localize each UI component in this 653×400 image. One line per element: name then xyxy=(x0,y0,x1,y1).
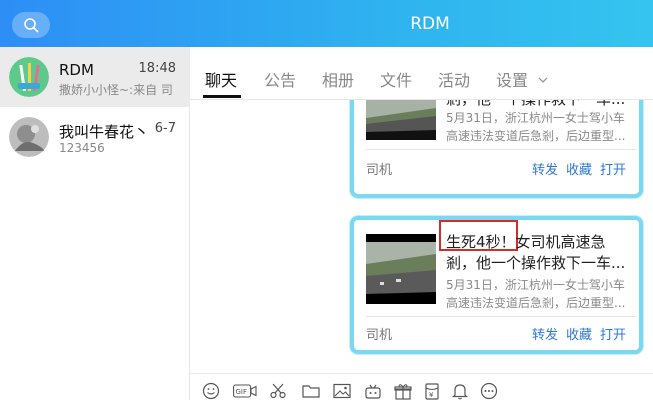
window-title: RDM xyxy=(410,14,450,34)
shared-link-card[interactable]: 生死4秒！女司机高速急 剎，他一个操作救下一车... 5月31日，浙江杭州一女士… xyxy=(350,216,643,354)
card-source: 司机 xyxy=(366,163,393,178)
card-desc-line: 5月31日，浙江杭州一女士驾小车 xyxy=(446,278,625,292)
tab-bar: 聊天 公告 相册 文件 活动 设置 xyxy=(190,47,653,100)
card-source: 司机 xyxy=(366,328,393,343)
tab-album[interactable]: 相册 xyxy=(322,67,354,91)
emoji-button[interactable] xyxy=(201,382,221,400)
message-area[interactable]: 剎，他一个操作救下一车... 5月31日，浙江杭州一女士驾小车 高速违法变道后急… xyxy=(190,100,653,373)
reminder-button[interactable] xyxy=(450,382,470,400)
screenshot-button[interactable] xyxy=(268,382,288,400)
scissors-icon xyxy=(270,383,286,399)
gift-icon xyxy=(394,383,412,400)
card-title-rest: 女司机高速急 xyxy=(515,233,606,251)
shared-link-card[interactable]: 剎，他一个操作救下一车... 5月31日，浙江杭州一女士驾小车 高速违法变道后急… xyxy=(350,100,643,198)
card-desc-line: 5月31日，浙江杭州一女士驾小车 xyxy=(446,111,625,125)
gamepad-icon xyxy=(365,384,381,399)
more-icon xyxy=(480,382,498,400)
card-desc-line: 高速违法变道后急剎，后边重型... xyxy=(446,129,626,143)
favorite-button[interactable]: 收藏 xyxy=(566,159,592,178)
title-bar: RDM xyxy=(0,0,653,47)
card-desc-line: 高速违法变道后急剎，后边重型... xyxy=(446,296,626,310)
gif-label: GIF xyxy=(236,388,248,396)
tab-settings-label: 设置 xyxy=(496,71,529,90)
file-button[interactable] xyxy=(301,382,321,400)
contact-name: RDM xyxy=(59,61,94,79)
emoji-icon xyxy=(202,382,220,400)
search-button[interactable] xyxy=(12,12,50,38)
tab-announcement[interactable]: 公告 xyxy=(264,67,296,91)
tab-chat[interactable]: 聊天 xyxy=(205,67,237,91)
active-tab-indicator xyxy=(203,95,241,98)
contact-name: 我叫牛春花丶 xyxy=(59,123,150,141)
card-title-line2: 剎，他一个操作救下一车... xyxy=(446,254,626,272)
divider xyxy=(366,149,636,150)
avatar xyxy=(9,57,49,97)
video-thumbnail[interactable] xyxy=(366,100,436,140)
gif-icon: GIF xyxy=(233,384,257,398)
card-title-highlight: 生死4秒！ xyxy=(446,233,516,251)
contact-item-niuchunhua[interactable]: 我叫牛春花丶 6-7 123456 xyxy=(0,107,190,167)
forward-button[interactable]: 转发 xyxy=(532,324,558,343)
gif-button[interactable]: GIF xyxy=(233,382,257,400)
red-packet-button[interactable]: ¥ xyxy=(422,382,442,400)
contact-time: 6-7 xyxy=(154,121,176,136)
contact-item-rdm[interactable]: RDM 18:48 撒娇小小怪~:来自 司 xyxy=(0,47,190,107)
svg-text:¥: ¥ xyxy=(429,391,434,399)
contact-preview: 123456 xyxy=(59,141,105,155)
avatar xyxy=(9,117,49,157)
tab-activity[interactable]: 活动 xyxy=(438,67,470,91)
card-title[interactable]: 生死4秒！女司机高速急 xyxy=(446,232,631,253)
divider xyxy=(366,316,636,317)
contact-list: RDM 18:48 撒娇小小怪~:来自 司 我叫牛春花丶 6-7 123456 xyxy=(0,47,190,400)
video-thumbnail[interactable] xyxy=(366,234,436,304)
favorite-button[interactable]: 收藏 xyxy=(566,324,592,343)
more-button[interactable] xyxy=(479,382,499,400)
game-button[interactable] xyxy=(363,382,383,400)
contact-time: 18:48 xyxy=(138,61,176,76)
search-icon xyxy=(24,18,39,33)
chevron-down-icon xyxy=(538,77,548,83)
folder-icon xyxy=(302,385,320,398)
tab-settings[interactable]: 设置 xyxy=(496,67,548,91)
tab-files[interactable]: 文件 xyxy=(380,67,412,91)
forward-button[interactable]: 转发 xyxy=(532,159,558,178)
open-button[interactable]: 打开 xyxy=(600,324,626,343)
open-button[interactable]: 打开 xyxy=(600,159,626,178)
red-packet-icon: ¥ xyxy=(425,382,439,400)
gift-button[interactable] xyxy=(393,382,413,400)
input-toolbar: GIF ¥ xyxy=(190,373,653,400)
contact-preview: 撒娇小小怪~:来自 司 xyxy=(59,83,173,97)
image-icon xyxy=(333,383,351,399)
bell-icon xyxy=(452,383,468,399)
image-button[interactable] xyxy=(332,382,352,400)
